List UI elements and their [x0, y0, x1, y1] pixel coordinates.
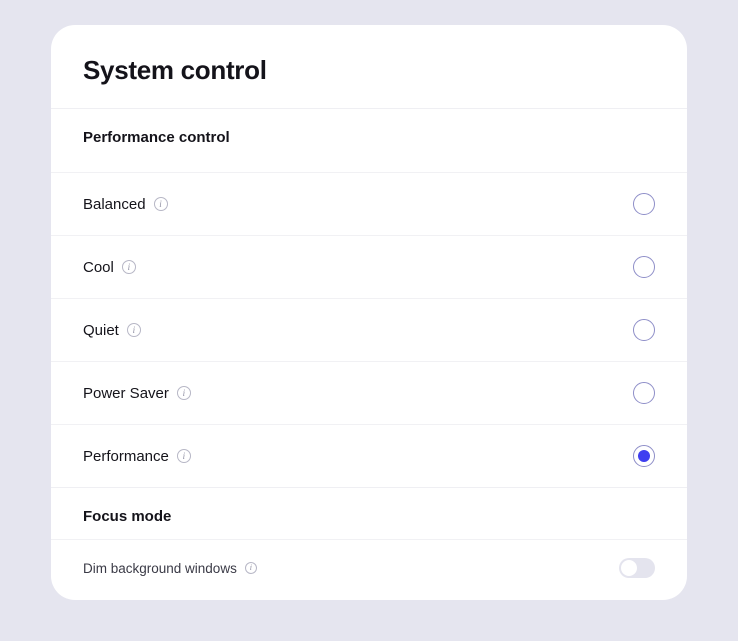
- option-power-saver[interactable]: Power Saver i: [51, 361, 687, 424]
- dim-background-label: Dim background windows: [83, 561, 237, 576]
- info-icon[interactable]: i: [154, 197, 168, 211]
- option-quiet[interactable]: Quiet i: [51, 298, 687, 361]
- option-performance-label: Performance: [83, 448, 169, 465]
- option-balanced-label: Balanced: [83, 196, 146, 213]
- option-performance-radio[interactable]: [633, 445, 655, 467]
- info-icon[interactable]: i: [127, 323, 141, 337]
- page-title: System control: [83, 55, 655, 86]
- option-cool[interactable]: Cool i: [51, 235, 687, 298]
- dim-background-row: Dim background windows i: [51, 539, 687, 600]
- option-cool-radio[interactable]: [633, 256, 655, 278]
- performance-section-header: Performance control: [51, 109, 687, 160]
- info-icon[interactable]: i: [177, 386, 191, 400]
- dim-background-toggle[interactable]: [619, 558, 655, 578]
- toggle-knob: [621, 560, 637, 576]
- option-balanced-radio[interactable]: [633, 193, 655, 215]
- settings-card: System control Performance control Balan…: [51, 25, 687, 600]
- option-power-saver-radio[interactable]: [633, 382, 655, 404]
- option-quiet-radio[interactable]: [633, 319, 655, 341]
- dim-label-wrap: Dim background windows i: [83, 561, 257, 576]
- option-label-wrap: Cool i: [83, 259, 136, 276]
- option-quiet-label: Quiet: [83, 322, 119, 339]
- focus-section-header: Focus mode: [51, 488, 687, 539]
- option-label-wrap: Quiet i: [83, 322, 141, 339]
- option-performance[interactable]: Performance i: [51, 424, 687, 487]
- option-label-wrap: Balanced i: [83, 196, 168, 213]
- option-label-wrap: Power Saver i: [83, 385, 191, 402]
- title-bar: System control: [51, 25, 687, 109]
- option-balanced[interactable]: Balanced i: [51, 172, 687, 235]
- info-icon[interactable]: i: [177, 449, 191, 463]
- info-icon[interactable]: i: [122, 260, 136, 274]
- option-cool-label: Cool: [83, 259, 114, 276]
- option-label-wrap: Performance i: [83, 448, 191, 465]
- option-power-saver-label: Power Saver: [83, 385, 169, 402]
- info-icon[interactable]: i: [245, 562, 257, 574]
